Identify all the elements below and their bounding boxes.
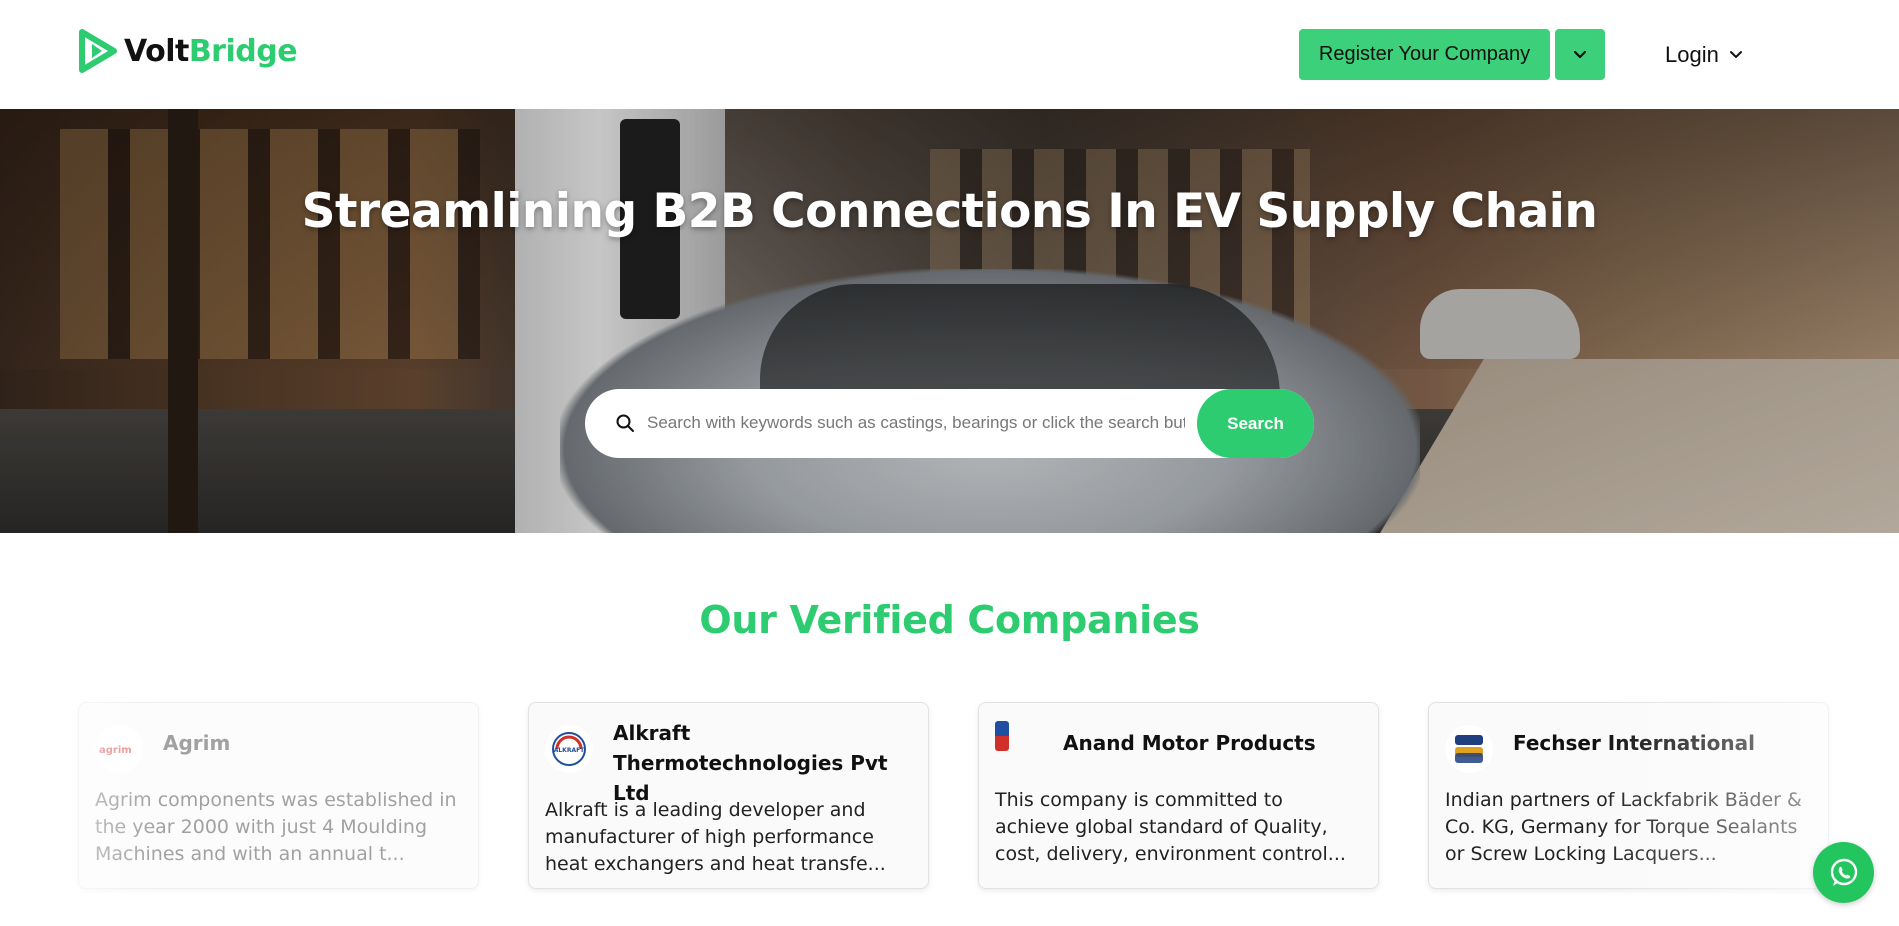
company-name: Agrim [163,731,231,755]
company-name: Fechser International [1513,731,1755,755]
login-menu[interactable]: Login [1665,40,1743,70]
voltbridge-logo-icon [79,29,117,73]
whatsapp-icon [1830,858,1857,886]
company-description: This company is committed to achieve glo… [995,789,1346,865]
section-title: Our Verified Companies [699,598,1200,642]
chevron-down-icon [1573,50,1587,58]
svg-text:agrim: agrim [99,745,132,756]
brand-logo[interactable]: VoltBridge [78,28,298,74]
search-icon [615,413,635,438]
company-card[interactable]: ALKRAFT Alkraft Thermotechnologies Pvt L… [528,702,929,889]
company-card[interactable]: agrim Agrim Agrim components was establi… [78,702,479,889]
agrim-logo: agrim [95,725,143,773]
companies-carousel: agrim Agrim Agrim components was establi… [0,702,1899,892]
site-header: VoltBridge Register Your Company Login [0,0,1899,109]
company-name: Anand Motor Products [1063,731,1316,755]
brand-name-part1: Volt [124,33,189,69]
alkraft-logo-text: ALKRAFT [554,747,585,754]
hero-banner [0,109,1899,533]
login-label: Login [1665,42,1719,67]
fechser-logo [1445,725,1493,773]
brand-name: VoltBridge [124,33,298,69]
search-button[interactable]: Search [1197,389,1314,458]
company-description: Agrim components was established in the … [95,789,457,865]
anand-logo [995,721,1009,751]
search-input[interactable] [647,403,1185,443]
search-bar: Search [585,389,1314,458]
company-card[interactable]: Anand Motor Products This company is com… [978,702,1379,889]
alkraft-logo: ALKRAFT [545,725,593,773]
register-dropdown-button[interactable] [1555,29,1605,80]
hero-title: Streamlining B2B Connections In EV Suppl… [301,184,1598,239]
brand-name-part2: Bridge [188,33,298,69]
whatsapp-button[interactable] [1813,842,1874,903]
company-description: Indian partners of Lackfabrik Bäder & Co… [1445,789,1802,865]
register-company-button[interactable]: Register Your Company [1299,29,1550,80]
chevron-down-icon [1729,51,1742,58]
company-card[interactable]: Fechser International Indian partners of… [1428,702,1829,889]
company-name: Alkraft Thermotechnologies Pvt Ltd [613,721,888,805]
company-description: Alkraft is a leading developer and manuf… [545,799,886,875]
hero-overlay [0,109,1899,533]
